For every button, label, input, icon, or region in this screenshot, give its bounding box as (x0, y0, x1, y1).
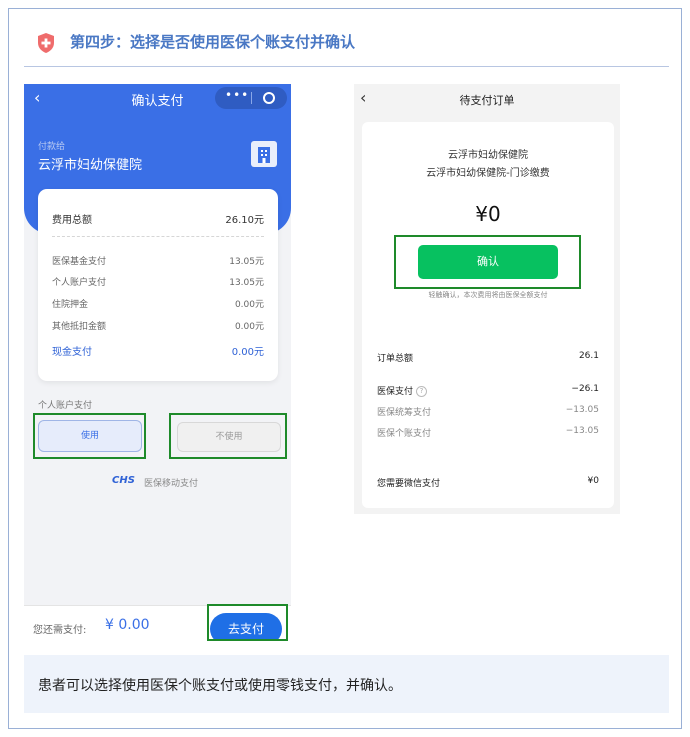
fee-details-card: 费用总额 26.10元 医保基金支付 13.05元 个人账户支付 13.05元 … (38, 189, 278, 381)
order-hospital: 云浮市妇幼保健院 (448, 150, 528, 161)
order-label: 订单总额 (377, 354, 414, 364)
nav-title: 待支付订单 (459, 94, 515, 107)
order-value: ¥0 (587, 476, 599, 486)
fee-row-other: 其他抵扣金额 0.00元 (52, 319, 264, 332)
highlight-use-button (33, 413, 146, 459)
order-row-wechat: 您需要微信支付 ¥0 (377, 476, 599, 489)
fee-value: 0.00元 (234, 322, 264, 332)
highlight-no-use-button (169, 413, 287, 459)
order-row-total: 订单总额 26.1 (377, 351, 599, 364)
pending-order-screen: ‹ 待支付订单 云浮市妇幼保健院 云浮市妇幼保健院-门诊缴费 ¥0 确认 轻触确… (354, 84, 620, 514)
fee-label: 费用总额 (52, 215, 92, 226)
order-label: 医保统筹支付 (377, 408, 432, 418)
order-value: −13.05 (565, 426, 599, 436)
order-value: 26.1 (578, 351, 599, 361)
highlight-confirm-button (394, 235, 581, 289)
fee-value: 0.00元 (231, 347, 264, 358)
fee-row-deposit: 住院押金 0.00元 (52, 297, 264, 310)
hospital-building-icon (251, 141, 277, 167)
order-row-personal: 医保个账支付 −13.05 (377, 426, 599, 439)
confirm-payment-screen: ‹ 确认支付 ••• 付款给 云浮市妇幼保健院 费用总额 26.10元 医保基金… (24, 84, 291, 640)
capsule-divider (251, 92, 252, 104)
fee-row-fund: 医保基金支付 13.05元 (52, 254, 264, 267)
order-amount: ¥0 (475, 202, 501, 226)
help-question-icon[interactable]: ? (416, 386, 428, 397)
order-dept: 云浮市妇幼保健院-门诊缴费 (426, 168, 550, 179)
hospital-name: 云浮市妇幼保健院 (38, 158, 143, 173)
fee-value: 26.10元 (225, 215, 264, 226)
note-text: 患者可以选择使用医保个账支付或使用零钱支付，并确认。 (38, 678, 402, 694)
step-title: 第四步：选择是否使用医保个账支付并确认 (70, 33, 356, 51)
need-pay-amount: ¥ 0.00 (105, 617, 150, 633)
fee-value: 0.00元 (234, 300, 264, 310)
chs-logo-icon: CHS (112, 475, 135, 486)
miniprogram-capsule: ••• (215, 87, 287, 109)
highlight-go-pay-button (207, 604, 288, 641)
more-menu-icon[interactable]: ••• (225, 88, 249, 102)
pay-to-label: 付款给 (38, 142, 66, 152)
dashed-divider (52, 236, 264, 237)
order-row-insurance: 医保支付? −26.1 (377, 384, 599, 397)
order-label: 医保支付 (377, 387, 414, 397)
order-value: −13.05 (565, 405, 599, 415)
shield-plus-icon (38, 33, 54, 53)
fee-row-total: 费用总额 26.10元 (52, 211, 264, 226)
order-row-pooled: 医保统筹支付 −13.05 (377, 405, 599, 418)
step-header: 第四步：选择是否使用医保个账支付并确认 (24, 26, 669, 67)
fee-row-personal: 个人账户支付 13.05元 (52, 275, 264, 288)
fee-label: 现金支付 (52, 347, 92, 358)
fee-row-cash: 现金支付 0.00元 (52, 343, 264, 358)
personal-account-section-label: 个人账户支付 (38, 401, 93, 411)
chs-text: 医保移动支付 (144, 479, 199, 489)
close-target-icon[interactable] (263, 92, 275, 104)
order-label: 医保个账支付 (377, 429, 432, 439)
fee-value: 13.05元 (229, 278, 264, 288)
fee-label: 住院押金 (52, 300, 89, 310)
fee-label: 其他抵扣金额 (52, 322, 107, 332)
order-card: 云浮市妇幼保健院 云浮市妇幼保健院-门诊缴费 ¥0 确认 轻触确认，本次费用将由… (362, 122, 614, 508)
order-label: 您需要微信支付 (377, 479, 441, 489)
fee-label: 个人账户支付 (52, 278, 107, 288)
instruction-note: 患者可以选择使用医保个账支付或使用零钱支付，并确认。 (24, 655, 669, 713)
confirm-hint: 轻触确认，本次费用将由医保全额支付 (428, 291, 548, 299)
need-pay-label: 您还需支付: (33, 625, 87, 636)
fee-value: 13.05元 (229, 257, 264, 267)
order-value: −26.1 (571, 384, 599, 394)
fee-label: 医保基金支付 (52, 257, 107, 267)
